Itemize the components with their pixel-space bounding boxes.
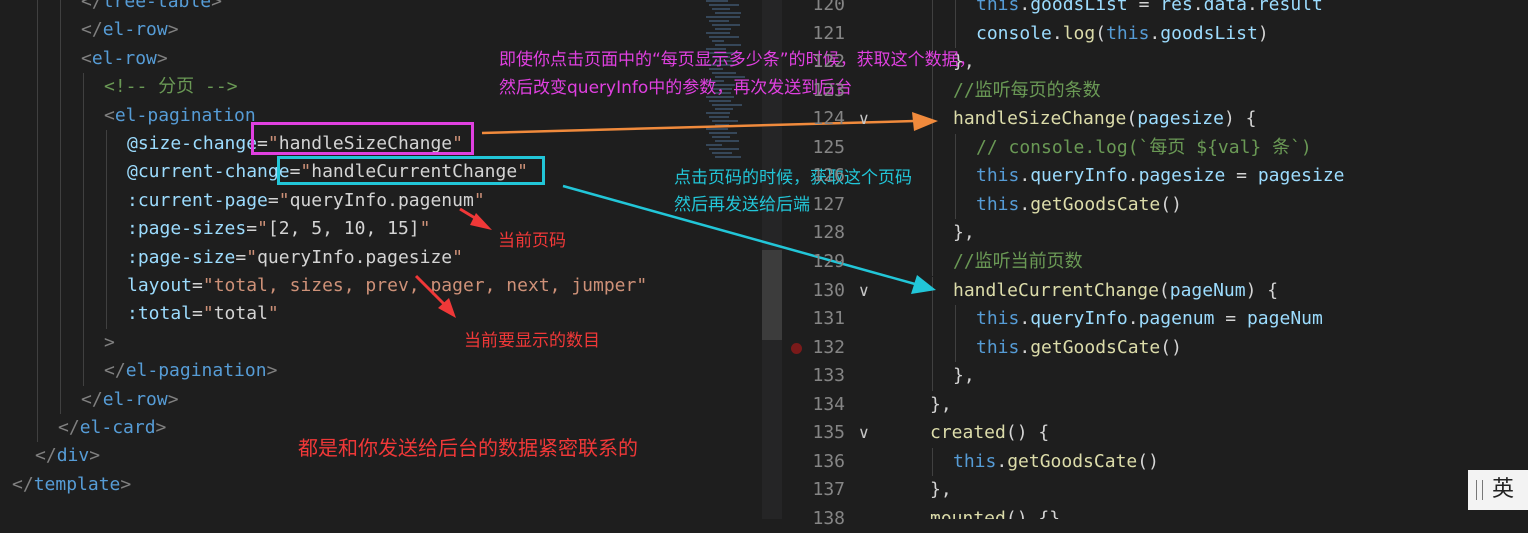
- line-number: 131: [812, 308, 845, 330]
- line-number: 136: [812, 450, 845, 472]
- fold-chevron-icon[interactable]: ∨: [858, 105, 870, 133]
- orange-arrow-head: [912, 112, 938, 131]
- breakpoint-icon[interactable]: [791, 342, 802, 354]
- red-note-bottom: 都是和你发送给后台的数据紧密联系的: [298, 436, 638, 460]
- line-number: 123: [812, 79, 845, 101]
- line-number: 127: [812, 193, 845, 215]
- line-number: 124: [812, 108, 845, 130]
- line-number: 130: [812, 279, 845, 301]
- line-number: 120: [812, 0, 845, 15]
- ime-indicator[interactable]: 英: [1468, 470, 1528, 510]
- ime-language-label: 英: [1492, 477, 1515, 502]
- line-number: 137: [812, 479, 845, 501]
- line-number: 135: [812, 422, 845, 444]
- line-number: 125: [812, 136, 845, 158]
- line-number: 126: [812, 165, 845, 187]
- line-number: 122: [812, 51, 845, 73]
- red-note-page-size: 当前要显示的数目: [464, 331, 600, 351]
- red-note-current-page: 当前页码: [498, 231, 566, 251]
- fold-chevron-icon[interactable]: ∨: [858, 277, 870, 305]
- ime-grip-icon: [1476, 480, 1483, 500]
- cyan-arrow-head: [911, 275, 936, 294]
- line-number: 133: [812, 365, 845, 387]
- magenta-note-line1: 即使你点击页面中的“每页显示多少条”的时候，获取这个数据，: [499, 50, 976, 70]
- fold-chevron-icon[interactable]: ∨: [858, 419, 870, 447]
- red-arrow-line-2: [414, 274, 447, 307]
- line-number: 121: [812, 22, 845, 44]
- line-number: 134: [812, 393, 845, 415]
- line-number: 128: [812, 222, 845, 244]
- orange-arrow-line: [481, 119, 916, 135]
- line-number: 129: [812, 250, 845, 272]
